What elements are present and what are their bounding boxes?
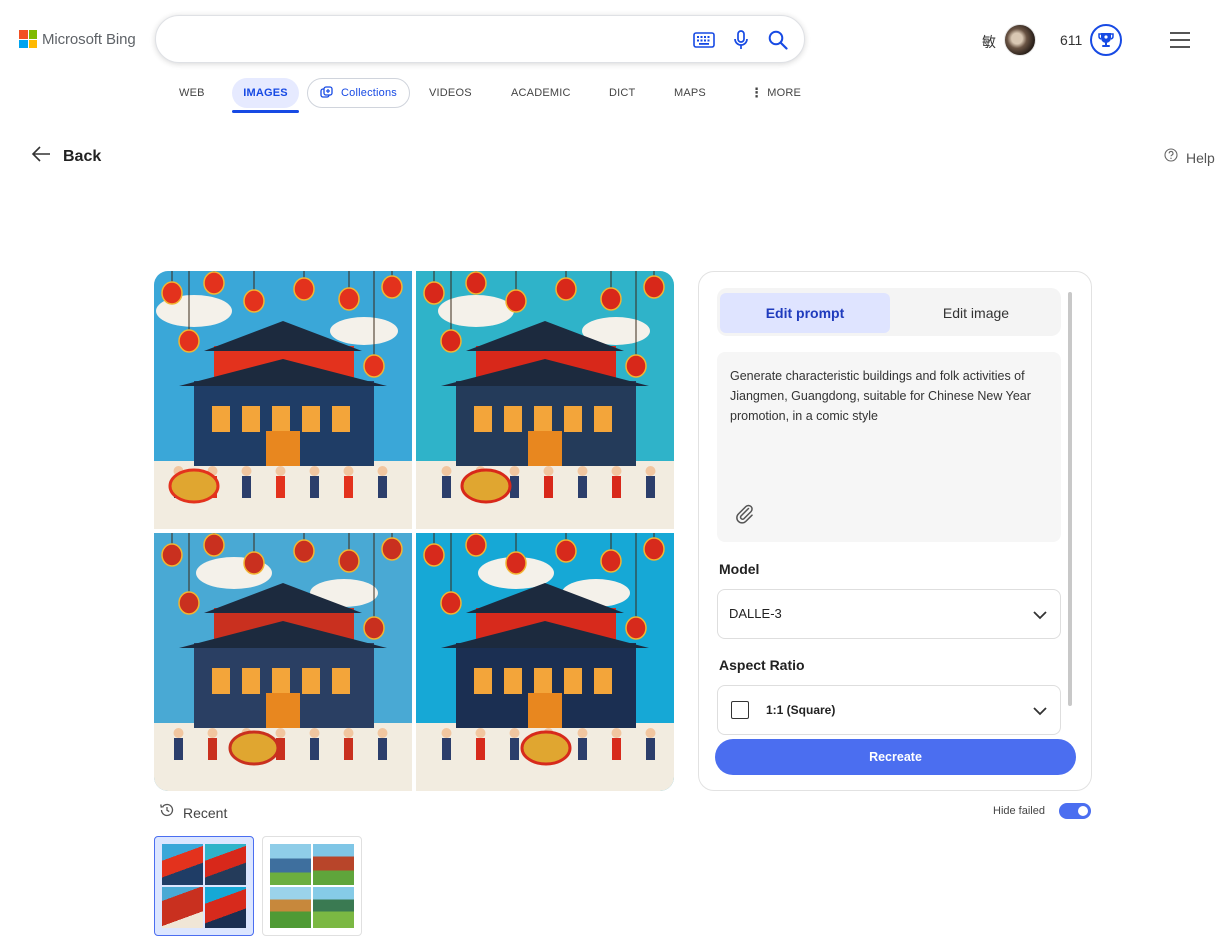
microphone-icon[interactable] bbox=[729, 28, 753, 52]
model-select[interactable]: DALLE-3 bbox=[717, 589, 1061, 639]
tab-web[interactable]: WEB bbox=[179, 78, 205, 108]
tab-maps[interactable]: MAPS bbox=[674, 78, 706, 108]
aspect-ratio-value: 1:1 (Square) bbox=[766, 703, 836, 717]
recent-thumbnail-2[interactable] bbox=[262, 836, 362, 936]
thumbnail-preview bbox=[162, 844, 246, 928]
square-ratio-icon bbox=[731, 701, 749, 719]
generated-image-1[interactable] bbox=[154, 271, 412, 529]
tab-academic[interactable]: ACADEMIC bbox=[511, 78, 571, 108]
help-link[interactable]: Help bbox=[1164, 148, 1215, 167]
edit-panel: Edit prompt Edit image Generate characte… bbox=[698, 271, 1092, 791]
chevron-down-icon bbox=[1032, 704, 1048, 722]
model-label: Model bbox=[719, 561, 760, 577]
rewards-trophy-icon[interactable] bbox=[1090, 24, 1122, 56]
tab-collections[interactable]: Collections bbox=[307, 78, 411, 108]
panel-scrollbar[interactable] bbox=[1068, 292, 1072, 706]
paperclip-icon[interactable] bbox=[733, 502, 755, 529]
recent-thumbnail-1[interactable] bbox=[154, 836, 254, 936]
hide-failed-control: Hide failed bbox=[993, 803, 1091, 819]
hide-failed-label: Hide failed bbox=[993, 805, 1045, 817]
recreate-button[interactable]: Recreate bbox=[715, 739, 1076, 775]
hamburger-menu-icon[interactable] bbox=[1168, 30, 1192, 50]
tab-edit-prompt[interactable]: Edit prompt bbox=[720, 293, 890, 333]
avatar[interactable] bbox=[1004, 24, 1036, 56]
more-dots-icon: ⋮ bbox=[750, 85, 764, 100]
image-illustration bbox=[154, 271, 412, 529]
collections-icon bbox=[320, 86, 334, 100]
microsoft-logo-icon bbox=[19, 30, 37, 48]
image-illustration bbox=[416, 271, 674, 529]
search-icon[interactable] bbox=[766, 28, 790, 52]
more-label: MORE bbox=[767, 87, 802, 99]
keyboard-icon[interactable] bbox=[692, 28, 716, 52]
recent-header: Recent bbox=[159, 802, 227, 823]
back-button[interactable]: Back bbox=[31, 146, 101, 167]
search-input[interactable] bbox=[176, 26, 686, 54]
arrow-left-icon bbox=[31, 146, 51, 167]
tab-dict[interactable]: DICT bbox=[609, 78, 635, 108]
model-value: DALLE-3 bbox=[729, 606, 782, 621]
aspect-ratio-select[interactable]: 1:1 (Square) bbox=[717, 685, 1061, 735]
prompt-text: Generate characteristic buildings and fo… bbox=[730, 369, 1031, 423]
back-label: Back bbox=[63, 147, 102, 165]
chevron-down-icon bbox=[1032, 608, 1048, 626]
brand-name: Microsoft Bing bbox=[42, 30, 136, 48]
tab-images[interactable]: IMAGES bbox=[232, 78, 299, 108]
generated-image-3[interactable] bbox=[154, 533, 412, 791]
generated-image-4[interactable] bbox=[416, 533, 674, 791]
tab-edit-image[interactable]: Edit image bbox=[891, 293, 1061, 333]
vertical-nav: WEB IMAGES Collections VIDEOS ACADEMIC D… bbox=[0, 78, 1225, 114]
recent-label: Recent bbox=[183, 804, 228, 821]
edit-tabs: Edit prompt Edit image bbox=[717, 288, 1061, 336]
generated-image-2[interactable] bbox=[416, 271, 674, 529]
user-name[interactable]: 敏 bbox=[982, 32, 996, 52]
thumbnail-preview bbox=[270, 844, 354, 928]
tab-videos[interactable]: VIDEOS bbox=[429, 78, 472, 108]
help-circle-icon bbox=[1164, 148, 1178, 167]
history-icon bbox=[159, 802, 175, 823]
bing-logo[interactable]: Microsoft Bing bbox=[19, 30, 136, 48]
search-box bbox=[155, 15, 805, 63]
collections-label: Collections bbox=[341, 87, 398, 99]
active-tab-indicator bbox=[232, 110, 299, 113]
help-label: Help bbox=[1186, 149, 1215, 166]
hide-failed-toggle[interactable] bbox=[1058, 803, 1091, 819]
tab-more[interactable]: ⋮ MORE bbox=[750, 78, 801, 108]
image-illustration bbox=[416, 533, 674, 791]
aspect-ratio-label: Aspect Ratio bbox=[719, 657, 805, 673]
prompt-textarea[interactable]: Generate characteristic buildings and fo… bbox=[717, 352, 1061, 542]
rewards-points[interactable]: 611 bbox=[1060, 32, 1082, 48]
generated-images-grid bbox=[154, 271, 674, 791]
image-illustration bbox=[154, 533, 412, 791]
